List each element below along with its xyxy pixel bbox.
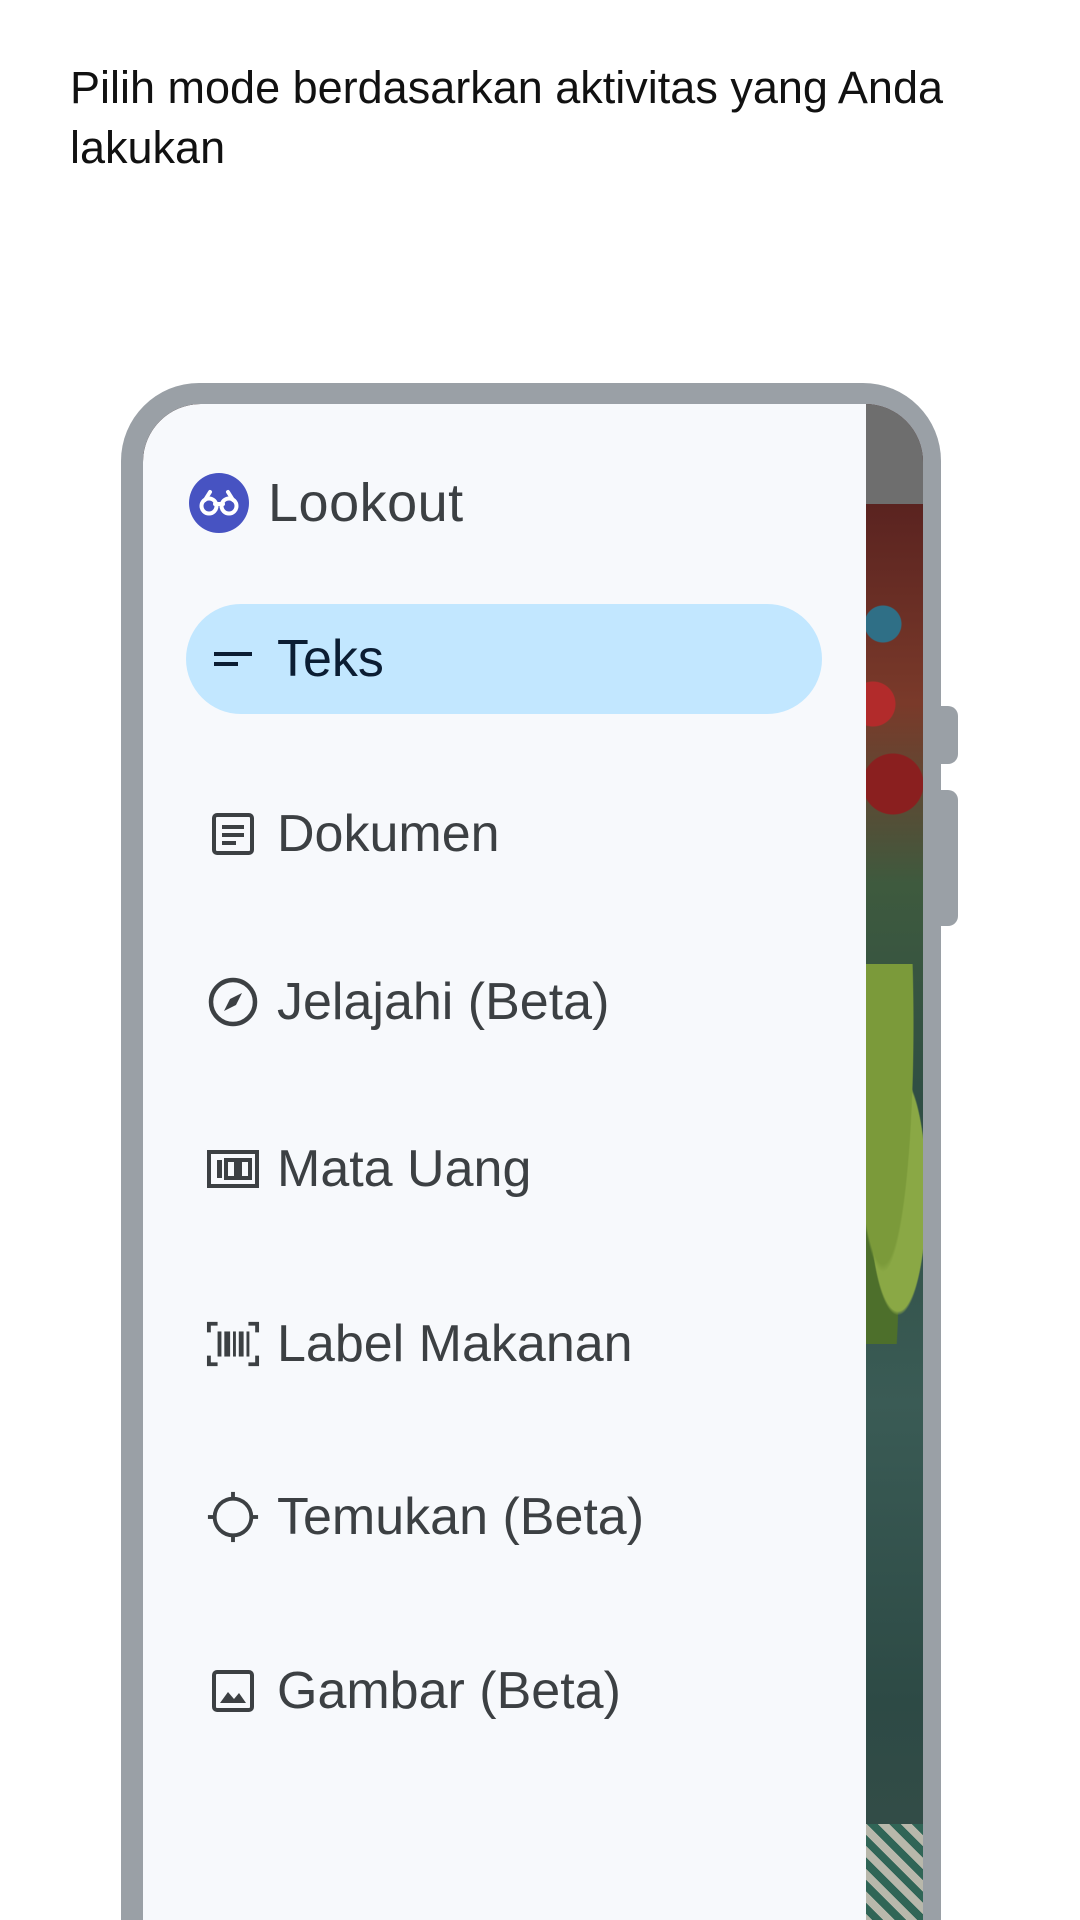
menu-item-label: Mata Uang (277, 1140, 532, 1198)
phone-power-button (936, 706, 958, 764)
menu-item-mata-uang[interactable]: Mata Uang (186, 1114, 822, 1224)
app-title: Lookout (268, 473, 464, 533)
phone-screen: Lookout Teks Dokumen Jelajahi (Beta) Mat… (143, 404, 923, 1920)
crosshair-icon (206, 1490, 260, 1544)
compass-icon (206, 975, 260, 1029)
phone-volume-button (936, 790, 958, 926)
menu-item-label: Jelajahi (Beta) (277, 973, 610, 1031)
app-header: Lookout (189, 468, 464, 538)
binoculars-icon (189, 473, 249, 533)
menu-item-label-makanan[interactable]: Label Makanan (186, 1289, 822, 1399)
menu-item-gambar[interactable]: Gambar (Beta) (186, 1636, 822, 1746)
navigation-drawer: Lookout Teks Dokumen Jelajahi (Beta) Mat… (143, 404, 866, 1920)
menu-item-label: Gambar (Beta) (277, 1662, 621, 1720)
menu-item-jelajahi[interactable]: Jelajahi (Beta) (186, 947, 822, 1057)
menu-item-dokumen[interactable]: Dokumen (186, 779, 822, 889)
page-headline: Pilih mode berdasarkan aktivitas yang An… (70, 62, 944, 173)
short-text-icon (206, 632, 260, 686)
image-icon (206, 1664, 260, 1718)
menu-item-label: Teks (277, 630, 384, 688)
menu-item-label: Temukan (Beta) (277, 1488, 645, 1546)
menu-item-teks[interactable]: Teks (186, 604, 822, 714)
document-icon (206, 807, 260, 861)
barcode-icon (206, 1317, 260, 1371)
currency-icon (206, 1142, 260, 1196)
menu-item-label: Dokumen (277, 805, 500, 863)
menu-item-label: Label Makanan (277, 1315, 633, 1373)
page: Pilih mode berdasarkan aktivitas yang An… (0, 0, 1080, 1920)
menu-item-temukan[interactable]: Temukan (Beta) (186, 1462, 822, 1572)
